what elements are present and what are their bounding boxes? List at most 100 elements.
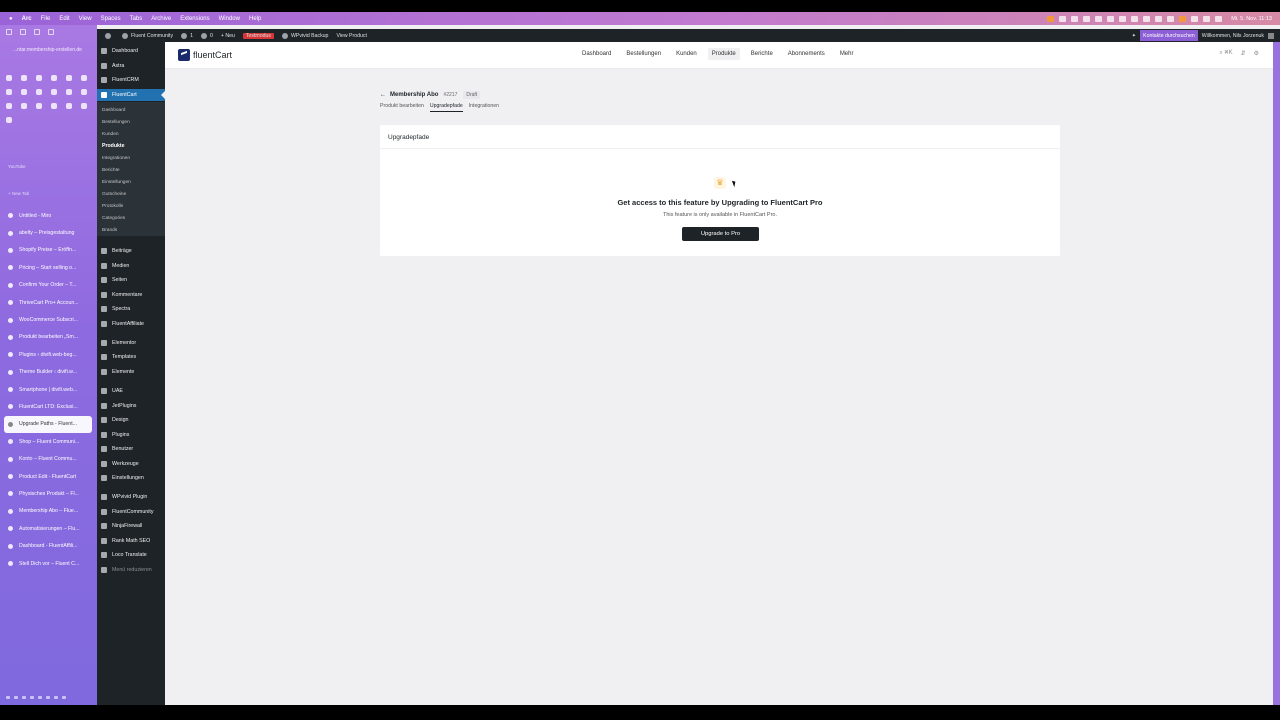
submenu-settings[interactable]: Einstellungen xyxy=(97,176,165,188)
app-icon[interactable] xyxy=(1155,15,1163,22)
menu-fluentcrm[interactable]: FluentCRM xyxy=(97,74,165,86)
folder-youtube[interactable]: YouTube xyxy=(8,164,26,169)
nav-subscriptions[interactable]: Abonnements xyxy=(784,48,829,60)
fluentcart-logo[interactable]: fluentCart xyxy=(178,49,232,61)
tab[interactable]: ThriveCart Pro+ Accoun... xyxy=(4,294,92,311)
favorite-icon[interactable] xyxy=(51,75,57,81)
app-icon[interactable] xyxy=(1083,15,1091,22)
submenu-reports[interactable]: Berichte xyxy=(97,164,165,176)
favorite-icon[interactable] xyxy=(51,89,57,95)
avatar[interactable] xyxy=(1268,32,1274,39)
sidebar-toggle-icon[interactable] xyxy=(6,29,12,35)
tab[interactable]: Shopify Preise – Eröffn... xyxy=(4,242,92,259)
submenu-products[interactable]: Produkte xyxy=(97,140,165,152)
menu-help[interactable]: Help xyxy=(249,16,261,22)
tab[interactable]: Konto – Fluent Commu... xyxy=(4,450,92,467)
app-icon[interactable] xyxy=(1131,15,1139,22)
submenu-customers[interactable]: Kunden xyxy=(97,128,165,140)
user-greeting[interactable]: Willkommen, Nils Jorzenuk xyxy=(1202,33,1264,39)
app-icon[interactable] xyxy=(1071,15,1079,22)
nav-orders[interactable]: Bestellungen xyxy=(622,48,665,60)
space-dot-icon[interactable] xyxy=(14,696,18,699)
submenu-categories[interactable]: Categories xyxy=(97,212,165,224)
nav-dashboard[interactable]: Dashboard xyxy=(578,48,615,60)
menu-spectra[interactable]: Spectra xyxy=(97,303,165,315)
tab[interactable]: Theme Builder ‹ divifi.w... xyxy=(4,364,92,381)
menu-elements[interactable]: Elemente xyxy=(97,366,165,378)
back-arrow-icon[interactable]: ← xyxy=(380,92,386,98)
calendar-icon[interactable] xyxy=(1143,15,1151,22)
menu-tabs[interactable]: Tabs xyxy=(130,16,143,22)
tab-edit-product[interactable]: Produkt bearbeiten xyxy=(380,103,424,112)
submenu-logs[interactable]: Protokolle xyxy=(97,200,165,212)
space-dot-icon[interactable] xyxy=(6,696,10,699)
microphone-icon[interactable] xyxy=(1047,15,1055,22)
menu-comments[interactable]: Kommentare xyxy=(97,289,165,301)
back-icon[interactable] xyxy=(20,29,26,35)
tab[interactable]: Shop – Fluent Communi... xyxy=(4,433,92,450)
favorite-icon[interactable] xyxy=(6,75,12,81)
menu-collapse[interactable]: Menü reduzieren xyxy=(97,564,165,576)
tab-integrations[interactable]: Integrationen xyxy=(469,103,499,112)
cloud-icon[interactable] xyxy=(1095,15,1103,22)
menu-extensions[interactable]: Extensions xyxy=(180,16,209,22)
app-icon[interactable] xyxy=(1167,15,1175,22)
menu-edit[interactable]: Edit xyxy=(59,16,69,22)
tab-active[interactable]: Upgrade Paths - Fluent... xyxy=(4,415,92,434)
control-center-icon[interactable] xyxy=(1215,15,1223,22)
tab[interactable]: FluentCart LTD: Exclusi... xyxy=(4,398,92,415)
forward-icon[interactable] xyxy=(34,29,40,35)
favorite-icon[interactable] xyxy=(81,89,87,95)
menu-users[interactable]: Benutzer xyxy=(97,443,165,455)
updates-link[interactable]: 1 xyxy=(181,32,193,39)
apple-icon[interactable]: ● xyxy=(9,16,13,22)
site-name[interactable]: Fluent Community xyxy=(122,32,173,39)
menu-settings[interactable]: Einstellungen xyxy=(97,472,165,484)
nav-products[interactable]: Produkte xyxy=(707,48,740,60)
menu-wpvivid[interactable]: WPvivid Plugin xyxy=(97,491,165,503)
wifi-icon[interactable] xyxy=(1191,15,1199,22)
tab-upgrade-paths[interactable]: Upgradepfade xyxy=(429,103,463,112)
submenu-coupons[interactable]: Gutscheine xyxy=(97,188,165,200)
tab[interactable]: Product Edit - FluentCart xyxy=(4,468,92,485)
favorite-icon[interactable] xyxy=(21,75,27,81)
tab[interactable]: Dashboard - FluentAffili... xyxy=(4,537,92,554)
app-icon[interactable] xyxy=(1107,15,1115,22)
clock[interactable]: Mi. 5. Nov. 11:13 xyxy=(1231,16,1272,22)
menu-tools[interactable]: Werkzeuge xyxy=(97,458,165,470)
tab[interactable]: Smartphone | divifi.web... xyxy=(4,381,92,398)
menu-astra[interactable]: Astra xyxy=(97,60,165,72)
tab[interactable]: Stell Dich vor – Fluent C... xyxy=(4,555,92,572)
nav-customers[interactable]: Kunden xyxy=(672,48,701,60)
menu-posts[interactable]: Beiträge xyxy=(97,245,165,257)
screen-icon[interactable] xyxy=(1059,15,1067,22)
view-product-link[interactable]: View Product xyxy=(336,33,366,39)
favorite-icon[interactable] xyxy=(36,75,42,81)
menu-fluentaffiliate[interactable]: FluentAffiliate xyxy=(97,318,165,330)
new-tab-button[interactable]: + New Tab xyxy=(8,191,29,196)
tab[interactable]: Produkt bearbeiten „Sm... xyxy=(4,329,92,346)
space-dot-icon[interactable] xyxy=(38,696,42,699)
menu-design[interactable]: Design xyxy=(97,414,165,426)
menu-elementor[interactable]: Elementor xyxy=(97,337,165,349)
favorite-icon[interactable] xyxy=(81,103,87,109)
menu-media[interactable]: Medien xyxy=(97,260,165,272)
submenu-orders[interactable]: Bestellungen xyxy=(97,116,165,128)
favorite-icon[interactable] xyxy=(6,89,12,95)
comments-link[interactable]: 0 xyxy=(200,32,213,39)
menu-loco-translate[interactable]: Loco Translate xyxy=(97,549,165,561)
gear-icon[interactable]: ⚙ xyxy=(1254,50,1259,57)
menu-jetplugins[interactable]: JetPlugins xyxy=(97,400,165,412)
contact-search[interactable]: Kontakte durchsuchen xyxy=(1140,30,1198,41)
submenu-dashboard[interactable]: Dashboard xyxy=(97,104,165,116)
menu-ninjafirewall[interactable]: NinjaFirewall xyxy=(97,520,165,532)
favorite-icon[interactable] xyxy=(36,89,42,95)
reload-icon[interactable] xyxy=(48,29,54,35)
tab[interactable]: abelty – Preisgestaltung xyxy=(4,224,92,241)
menu-fluentcart[interactable]: FluentCart xyxy=(97,89,165,101)
menu-file[interactable]: File xyxy=(41,16,51,22)
space-dot-icon[interactable] xyxy=(46,696,50,699)
menu-window[interactable]: Window xyxy=(219,16,240,22)
menu-pages[interactable]: Seiten xyxy=(97,274,165,286)
backup-link[interactable]: WPvivid Backup xyxy=(281,32,328,39)
